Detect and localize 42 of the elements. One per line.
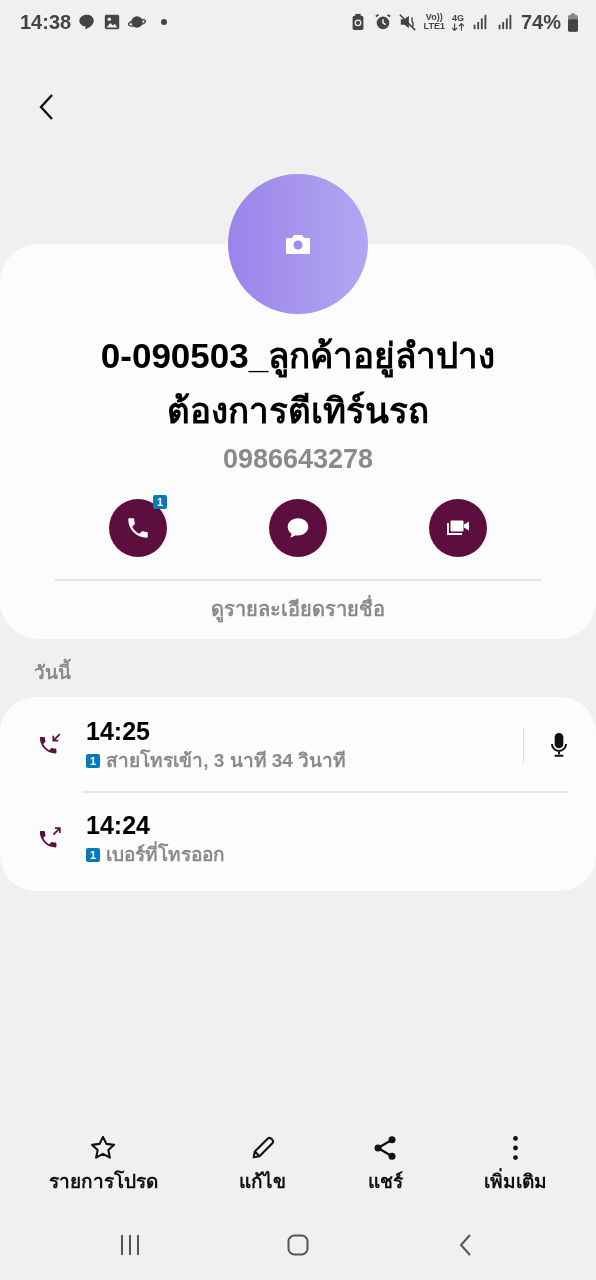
alarm-icon xyxy=(373,13,392,31)
planet-icon xyxy=(128,13,147,31)
call-log-row[interactable]: 14:24 1 เบอร์ที่โทรออก xyxy=(0,797,596,881)
sim-badge: 1 xyxy=(152,495,167,509)
recent-apps-icon[interactable] xyxy=(119,1234,141,1256)
camera-icon xyxy=(284,233,312,255)
favorite-button[interactable]: รายการโปรด xyxy=(48,1134,158,1196)
mute-icon xyxy=(398,13,417,31)
video-call-button[interactable] xyxy=(429,499,487,557)
microphone-icon xyxy=(550,732,568,758)
home-icon[interactable] xyxy=(287,1234,309,1256)
phone-number: 0986643278 xyxy=(222,444,374,475)
battery-percent: 74% xyxy=(520,10,561,34)
dot-icon xyxy=(161,19,168,25)
more-options-icon xyxy=(513,1136,519,1160)
speech-bubble-icon xyxy=(285,515,311,541)
call-description: สายโทรเข้า, 3 นาที 34 วินาที xyxy=(106,748,347,773)
call-time: 14:24 xyxy=(86,810,151,841)
call-description: เบอร์ที่โทรออก xyxy=(106,841,226,869)
call-log-row[interactable]: 14:25 1 สายโทรเข้า, 3 นาที 34 วินาที xyxy=(0,703,596,787)
contact-name: ต้องการตีเทิร์นรถ xyxy=(167,390,429,432)
status-time: 14:38 xyxy=(20,10,72,34)
message-button[interactable] xyxy=(269,499,327,557)
chat-bubble-icon xyxy=(78,13,97,31)
more-button[interactable]: เพิ่มเติม xyxy=(484,1134,548,1196)
edit-button[interactable]: แก้ไข xyxy=(239,1134,287,1196)
battery-icon xyxy=(568,12,578,32)
back-icon xyxy=(39,93,55,121)
share-button[interactable]: แชร์ xyxy=(367,1134,403,1196)
network-type-label: 4G xyxy=(451,13,464,23)
contact-name: 0-090503_ลูกค้าอยู่ลำปาง xyxy=(100,328,496,383)
data-arrows-icon xyxy=(451,22,464,31)
network-label: LTE1 xyxy=(423,22,445,31)
sim-badge: 1 xyxy=(86,848,101,862)
star-icon xyxy=(89,1134,118,1162)
sim-badge: 1 xyxy=(86,754,101,768)
call-time: 14:25 xyxy=(86,716,151,747)
phone-icon xyxy=(125,515,151,541)
volte-label: Vo)) xyxy=(425,13,443,22)
recording-button[interactable] xyxy=(550,732,568,758)
image-icon xyxy=(103,13,122,31)
section-header: วันนี้ xyxy=(34,659,596,687)
